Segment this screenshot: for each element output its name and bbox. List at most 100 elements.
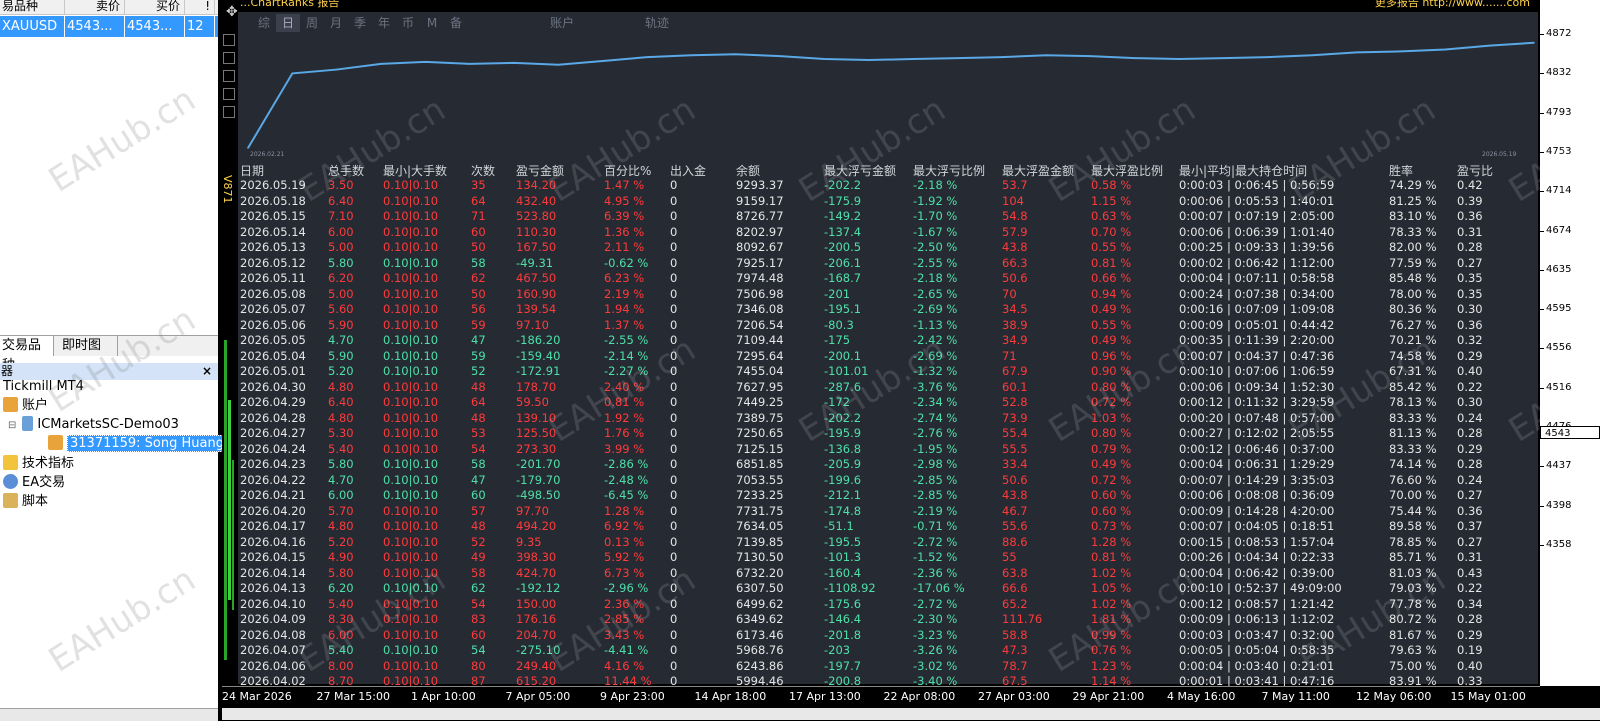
column-header[interactable]: 最大浮盈金额 xyxy=(1002,162,1074,179)
tab-symbols[interactable]: 交易品种 xyxy=(0,336,54,373)
table-row[interactable]: 2026.05.18 6.40 0.10|0.10 64 432.40 4.95 % 0 91… xyxy=(238,194,1538,210)
table-row[interactable]: 2026.05.04 5.90 0.10|0.10 59 -159.40 -2.14 % 0… xyxy=(238,349,1538,365)
col-symbol-header[interactable]: 易品种 xyxy=(0,0,65,14)
price-tick: 4635 xyxy=(1539,263,1572,275)
table-cell: -195.1 xyxy=(824,302,862,316)
table-cell: 5968.76 xyxy=(736,643,784,657)
column-header[interactable]: 出入金 xyxy=(670,162,706,179)
account-label: 31371159: Song Huang xyxy=(67,435,227,452)
navigator-scripts[interactable]: 脚本 xyxy=(3,492,48,511)
column-header[interactable]: 最小|大手数 xyxy=(383,162,447,179)
column-header[interactable]: 余额 xyxy=(736,162,760,179)
account-tab[interactable]: 账户 xyxy=(550,14,574,31)
report-link[interactable]: 更多报告 http://www.......com xyxy=(1375,0,1530,10)
table-cell: 0:00:10 | 0:07:06 | 1:06:59 xyxy=(1179,364,1335,378)
column-header[interactable]: 日期 xyxy=(240,162,264,179)
table-cell: 0 xyxy=(670,596,678,611)
table-row[interactable]: 2026.04.27 5.30 0.10|0.10 53 125.50 1.76 % 0 72… xyxy=(238,426,1538,442)
col-ask-header[interactable]: 买价 xyxy=(125,0,185,14)
table-cell: 0:00:16 | 0:07:09 | 1:09:08 xyxy=(1179,302,1335,316)
equity-point xyxy=(291,72,294,75)
table-row[interactable]: 2026.05.11 6.20 0.10|0.10 62 467.50 6.23 % 0 79… xyxy=(238,271,1538,287)
column-header[interactable]: 百分比% xyxy=(604,162,651,179)
tool-icon-5[interactable] xyxy=(223,106,235,118)
market-watch-row[interactable]: XAUUSD 4543... 4543... 12 xyxy=(0,16,218,37)
table-row[interactable]: 2026.04.22 4.70 0.10|0.10 47 -179.70 -2.48 % 0… xyxy=(238,473,1538,489)
navigator-ea[interactable]: EA交易 xyxy=(3,473,65,492)
table-row[interactable]: 2026.04.09 8.30 0.10|0.10 83 176.16 2.85 % 0 63… xyxy=(238,612,1538,628)
table-row[interactable]: 2026.04.28 4.80 0.10|0.10 48 139.10 1.92 % 0 73… xyxy=(238,411,1538,427)
column-header[interactable]: 盈亏金额 xyxy=(516,162,564,179)
table-cell: 5.40 xyxy=(328,596,354,611)
column-header[interactable]: 盈亏比 xyxy=(1457,162,1493,179)
table-row[interactable]: 2026.04.20 5.70 0.10|0.10 57 97.70 1.28 % 0 773… xyxy=(238,504,1538,520)
column-header[interactable]: 最大浮盈比例 xyxy=(1091,162,1163,179)
table-cell: 0 xyxy=(670,519,678,533)
equity-point xyxy=(335,68,338,71)
table-row[interactable]: 2026.04.29 6.40 0.10|0.10 64 59.50 0.81 % 0 744… xyxy=(238,395,1538,411)
table-cell: 0:00:25 | 0:09:33 | 1:39:56 xyxy=(1179,240,1335,254)
collapse-icon[interactable]: ⊟ xyxy=(8,420,16,431)
table-row[interactable]: 2026.05.06 5.90 0.10|0.10 59 97.10 1.37 % 0 720… xyxy=(238,318,1538,334)
table-cell: -192.12 xyxy=(516,581,561,595)
table-row[interactable]: 2026.04.21 6.00 0.10|0.10 60 -498.50 -6.45 % 0… xyxy=(238,488,1538,504)
col-spread-header[interactable]: ! xyxy=(185,0,215,14)
track-tab[interactable]: 轨迹 xyxy=(645,14,669,31)
tool-icon-1[interactable] xyxy=(223,34,235,46)
table-row[interactable]: 2026.05.08 5.00 0.10|0.10 50 160.90 2.19 % 0 75… xyxy=(238,287,1538,303)
table-row[interactable]: 2026.04.10 5.40 0.10|0.10 54 150.00 2.36 % 0 64… xyxy=(238,597,1538,613)
tab-tick-chart[interactable]: 即时图 xyxy=(56,336,118,356)
col-bid-header[interactable]: 卖价 xyxy=(65,0,125,14)
table-row[interactable]: 2026.05.19 3.50 0.10|0.10 35 134.20 1.47 % 0 92… xyxy=(238,178,1538,194)
table-row[interactable]: 2026.04.08 6.00 0.10|0.10 60 204.70 3.43 % 0 61… xyxy=(238,628,1538,644)
column-header[interactable]: 最小|平均|最大持仓时间 xyxy=(1179,162,1307,179)
table-row[interactable]: 2026.05.05 4.70 0.10|0.10 47 -186.20 -2.55 % 0… xyxy=(238,333,1538,349)
period-tab[interactable]: 月 xyxy=(324,14,348,32)
column-header[interactable]: 胜率 xyxy=(1389,162,1413,179)
tool-icon-3[interactable] xyxy=(223,70,235,82)
period-tab[interactable]: 周 xyxy=(300,14,324,32)
column-header[interactable]: 最大浮亏金额 xyxy=(824,162,896,179)
navigator-root[interactable]: Tickmill MT4 xyxy=(3,377,84,396)
period-tab[interactable]: 币 xyxy=(396,14,420,32)
period-tab[interactable]: 年 xyxy=(372,14,396,32)
period-tab[interactable]: 综 xyxy=(252,14,276,32)
table-row[interactable]: 2026.05.14 6.00 0.10|0.10 60 110.30 1.36 % 0 82… xyxy=(238,225,1538,241)
column-header[interactable]: 最大浮亏比例 xyxy=(913,162,985,179)
table-row[interactable]: 2026.04.30 4.80 0.10|0.10 48 178.70 2.40 % 0 76… xyxy=(238,380,1538,396)
time-tick: 14 Apr 18:00 xyxy=(694,690,767,703)
table-row[interactable]: 2026.05.12 5.80 0.10|0.10 58 -49.31 -0.62 % 0 7… xyxy=(238,256,1538,272)
column-header[interactable]: 总手数 xyxy=(328,162,364,179)
table-row[interactable]: 2026.04.23 5.80 0.10|0.10 58 -201.70 -2.86 % 0… xyxy=(238,457,1538,473)
navigator-accounts[interactable]: 账户 xyxy=(3,396,48,415)
table-cell: 0 xyxy=(670,348,678,363)
table-cell: 83 xyxy=(471,612,486,626)
table-cell: 7250.65 xyxy=(736,426,784,440)
tool-icon-2[interactable] xyxy=(223,52,235,64)
table-row[interactable]: 2026.04.17 4.80 0.10|0.10 48 494.20 6.92 % 0 76… xyxy=(238,519,1538,535)
period-tab[interactable]: 备 xyxy=(444,14,468,32)
column-header[interactable]: 次数 xyxy=(471,162,495,179)
table-cell: 0 xyxy=(670,317,678,332)
navigator-indicators[interactable]: 技术指标 xyxy=(3,454,74,473)
navigator-server[interactable]: ⊟ ICMarketsSC-Demo03 xyxy=(8,415,179,434)
tool-icon-4[interactable] xyxy=(223,88,235,100)
table-row[interactable]: 2026.05.07 5.60 0.10|0.10 56 139.54 1.94 % 0 73… xyxy=(238,302,1538,318)
navigator-account[interactable]: 31371159: Song Huang xyxy=(48,434,227,453)
table-row[interactable]: 2026.04.07 5.40 0.10|0.10 54 -275.10 -4.41 % 0… xyxy=(238,643,1538,659)
move-icon[interactable]: ✥ xyxy=(226,4,238,20)
period-tab[interactable]: 日 xyxy=(276,14,300,32)
table-row[interactable]: 2026.04.13 6.20 0.10|0.10 62 -192.12 -2.96 % 0… xyxy=(238,581,1538,597)
period-tab[interactable]: 季 xyxy=(348,14,372,32)
close-icon[interactable]: × xyxy=(202,363,212,380)
table-row[interactable]: 2026.05.15 7.10 0.10|0.10 71 523.80 6.39 % 0 87… xyxy=(238,209,1538,225)
table-row[interactable]: 2026.04.15 4.90 0.10|0.10 49 398.30 5.92 % 0 71… xyxy=(238,550,1538,566)
table-row[interactable]: 2026.05.01 5.20 0.10|0.10 52 -172.91 -2.27 % 0… xyxy=(238,364,1538,380)
table-row[interactable]: 2026.04.06 8.00 0.10|0.10 80 249.40 4.16 % 0 62… xyxy=(238,659,1538,675)
table-row[interactable]: 2026.04.24 5.40 0.10|0.10 54 273.30 3.99 % 0 71… xyxy=(238,442,1538,458)
table-row[interactable]: 2026.04.16 5.20 0.10|0.10 52 9.35 0.13 % 0 7139… xyxy=(238,535,1538,551)
period-tab[interactable]: M xyxy=(420,14,444,32)
table-row[interactable]: 2026.04.14 5.80 0.10|0.10 58 424.70 6.73 % 0 67… xyxy=(238,566,1538,582)
table-row[interactable]: 2026.05.13 5.00 0.10|0.10 50 167.50 2.11 % 0 80… xyxy=(238,240,1538,256)
table-cell: 204.70 xyxy=(516,627,557,642)
